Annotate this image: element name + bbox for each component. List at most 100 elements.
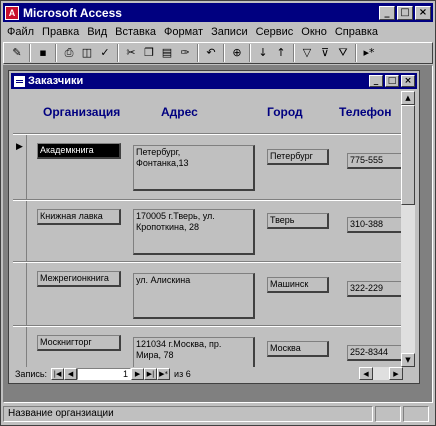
paste-icon[interactable]: ▤ (158, 44, 176, 62)
scrollbar-thumb[interactable] (401, 105, 415, 205)
print-preview-icon[interactable]: ◫ (78, 44, 96, 62)
city-field[interactable]: Тверь (267, 213, 329, 229)
address-field[interactable]: Петербург, Фонтанка,13 (133, 145, 255, 191)
toolbar-separator (249, 44, 251, 62)
header-phone: Телефон (339, 105, 392, 119)
scroll-down-icon[interactable]: ▼ (401, 353, 415, 367)
record-divider (13, 199, 401, 201)
menu-window[interactable]: Окно (297, 26, 331, 38)
status-text: Название органзиации (3, 406, 373, 422)
customers-form-window: Заказчики _ □ × Организация Адрес Город … (8, 70, 420, 384)
close-button[interactable]: × (415, 5, 431, 20)
menu-format[interactable]: Формат (160, 26, 207, 38)
toolbar-separator (117, 44, 119, 62)
menu-insert[interactable]: Вставка (111, 26, 160, 38)
record-divider (13, 133, 401, 135)
scroll-left-icon[interactable]: ◀ (359, 367, 373, 380)
horizontal-scrollbar[interactable]: ◀ ▶ (359, 367, 403, 380)
cut-icon[interactable]: ✂ (122, 44, 140, 62)
toolbar-separator (29, 44, 31, 62)
scroll-up-icon[interactable]: ▲ (401, 91, 415, 105)
prev-record-button[interactable]: ◀ (64, 368, 78, 380)
app-title: Microsoft Access (23, 5, 122, 20)
access-key-icon: A (5, 5, 19, 20)
toolbar: ✎ ▪ ⎙ ◫ ✓ ✂ ❐ ▤ ✑ ↶ ⊕ ↓ ↑ ▽ ⊽ ⛛ ▸* (3, 42, 433, 64)
address-field[interactable]: ул. Алискина (133, 273, 255, 319)
record-selector[interactable] (13, 327, 27, 367)
form-icon (14, 75, 25, 87)
spelling-icon[interactable]: ✓ (96, 44, 114, 62)
sort-ascending-icon[interactable]: ↓ (254, 44, 272, 62)
first-record-button[interactable]: |◀ (51, 368, 65, 380)
toolbar-separator (55, 44, 57, 62)
record-selector[interactable] (13, 201, 27, 261)
access-window: A Microsoft Access _ □ × Файл Правка Вид… (0, 0, 436, 426)
format-painter-icon[interactable]: ✑ (176, 44, 194, 62)
last-record-button[interactable]: ▶| (144, 368, 158, 380)
print-icon[interactable]: ⎙ (60, 44, 78, 62)
organization-field[interactable]: Академкнига (37, 143, 121, 159)
form-minimize-button[interactable]: _ (369, 75, 383, 87)
header-organization: Организация (43, 105, 121, 119)
toolbar-separator (355, 44, 357, 62)
phone-field[interactable]: 310-388 (347, 217, 401, 233)
organization-field[interactable]: Москнигторг (37, 335, 121, 351)
next-record-button[interactable]: ▶ (131, 368, 145, 380)
save-icon[interactable]: ▪ (34, 44, 52, 62)
address-field[interactable]: 121034 г.Москва, пр. Мира, 78 (133, 337, 255, 367)
form-titlebar: Заказчики _ □ × (11, 73, 417, 89)
form-maximize-button[interactable]: □ (385, 75, 399, 87)
scroll-right-icon[interactable]: ▶ (389, 367, 403, 380)
minimize-button[interactable]: _ (379, 5, 395, 20)
record-divider (13, 261, 401, 263)
menu-edit[interactable]: Правка (38, 26, 83, 38)
city-field[interactable]: Машинск (267, 277, 329, 293)
header-city: Город (267, 105, 303, 119)
copy-icon[interactable]: ❐ (140, 44, 158, 62)
address-line: 170005 г.Тверь, ул. (136, 211, 215, 221)
undo-icon[interactable]: ↶ (202, 44, 220, 62)
current-record-icon: ▶ (16, 141, 23, 151)
menu-help[interactable]: Справка (331, 26, 382, 38)
address-line: Петербург, (136, 147, 181, 157)
status-panel (403, 406, 429, 422)
menu-bar: Файл Правка Вид Вставка Формат Записи Се… (3, 23, 433, 41)
filter-by-selection-icon[interactable]: ▽ (298, 44, 316, 62)
sort-descending-icon[interactable]: ↑ (272, 44, 290, 62)
organization-field[interactable]: Межрегионкнига (37, 271, 121, 287)
header-address: Адрес (161, 105, 198, 119)
insert-hyperlink-icon[interactable]: ⊕ (228, 44, 246, 62)
form-close-button[interactable]: × (401, 75, 415, 87)
menu-file[interactable]: Файл (3, 26, 38, 38)
app-titlebar: A Microsoft Access _ □ × (3, 3, 433, 22)
phone-field[interactable]: 775-555 (347, 153, 401, 169)
city-field[interactable]: Москва (267, 341, 329, 357)
menu-tools[interactable]: Сервис (252, 26, 298, 38)
maximize-button[interactable]: □ (397, 5, 413, 20)
form-body: Организация Адрес Город Телефон ▶ Академ… (13, 91, 401, 367)
new-record-button[interactable]: ▶* (157, 368, 171, 380)
address-line: Мира, 78 (136, 350, 174, 360)
apply-filter-icon[interactable]: ⛛ (334, 44, 352, 62)
design-view-icon[interactable]: ✎ (8, 44, 26, 62)
filter-by-form-icon[interactable]: ⊽ (316, 44, 334, 62)
phone-field[interactable]: 252-8344 (347, 345, 401, 361)
record-selector[interactable] (13, 263, 27, 325)
record-count: из 6 (174, 369, 191, 379)
address-line: Кропоткина, 28 (136, 222, 200, 232)
phone-field[interactable]: 322-229 (347, 281, 401, 297)
new-record-icon[interactable]: ▸* (360, 44, 378, 62)
record-label: Запись: (15, 369, 48, 379)
city-field[interactable]: Петербург (267, 149, 329, 165)
toolbar-separator (197, 44, 199, 62)
toolbar-separator (293, 44, 295, 62)
address-line: ул. Алискина (136, 275, 191, 285)
menu-view[interactable]: Вид (83, 26, 111, 38)
record-navigation: Запись: |◀ ◀ 1 ▶ ▶| ▶* из 6 ◀ ▶ (11, 367, 417, 381)
record-divider (13, 325, 401, 327)
organization-field[interactable]: Книжная лавка (37, 209, 121, 225)
address-field[interactable]: 170005 г.Тверь, ул. Кропоткина, 28 (133, 209, 255, 255)
vertical-scrollbar[interactable]: ▲ ▼ (401, 91, 415, 367)
record-number-input[interactable]: 1 (77, 368, 132, 380)
menu-records[interactable]: Записи (207, 26, 252, 38)
